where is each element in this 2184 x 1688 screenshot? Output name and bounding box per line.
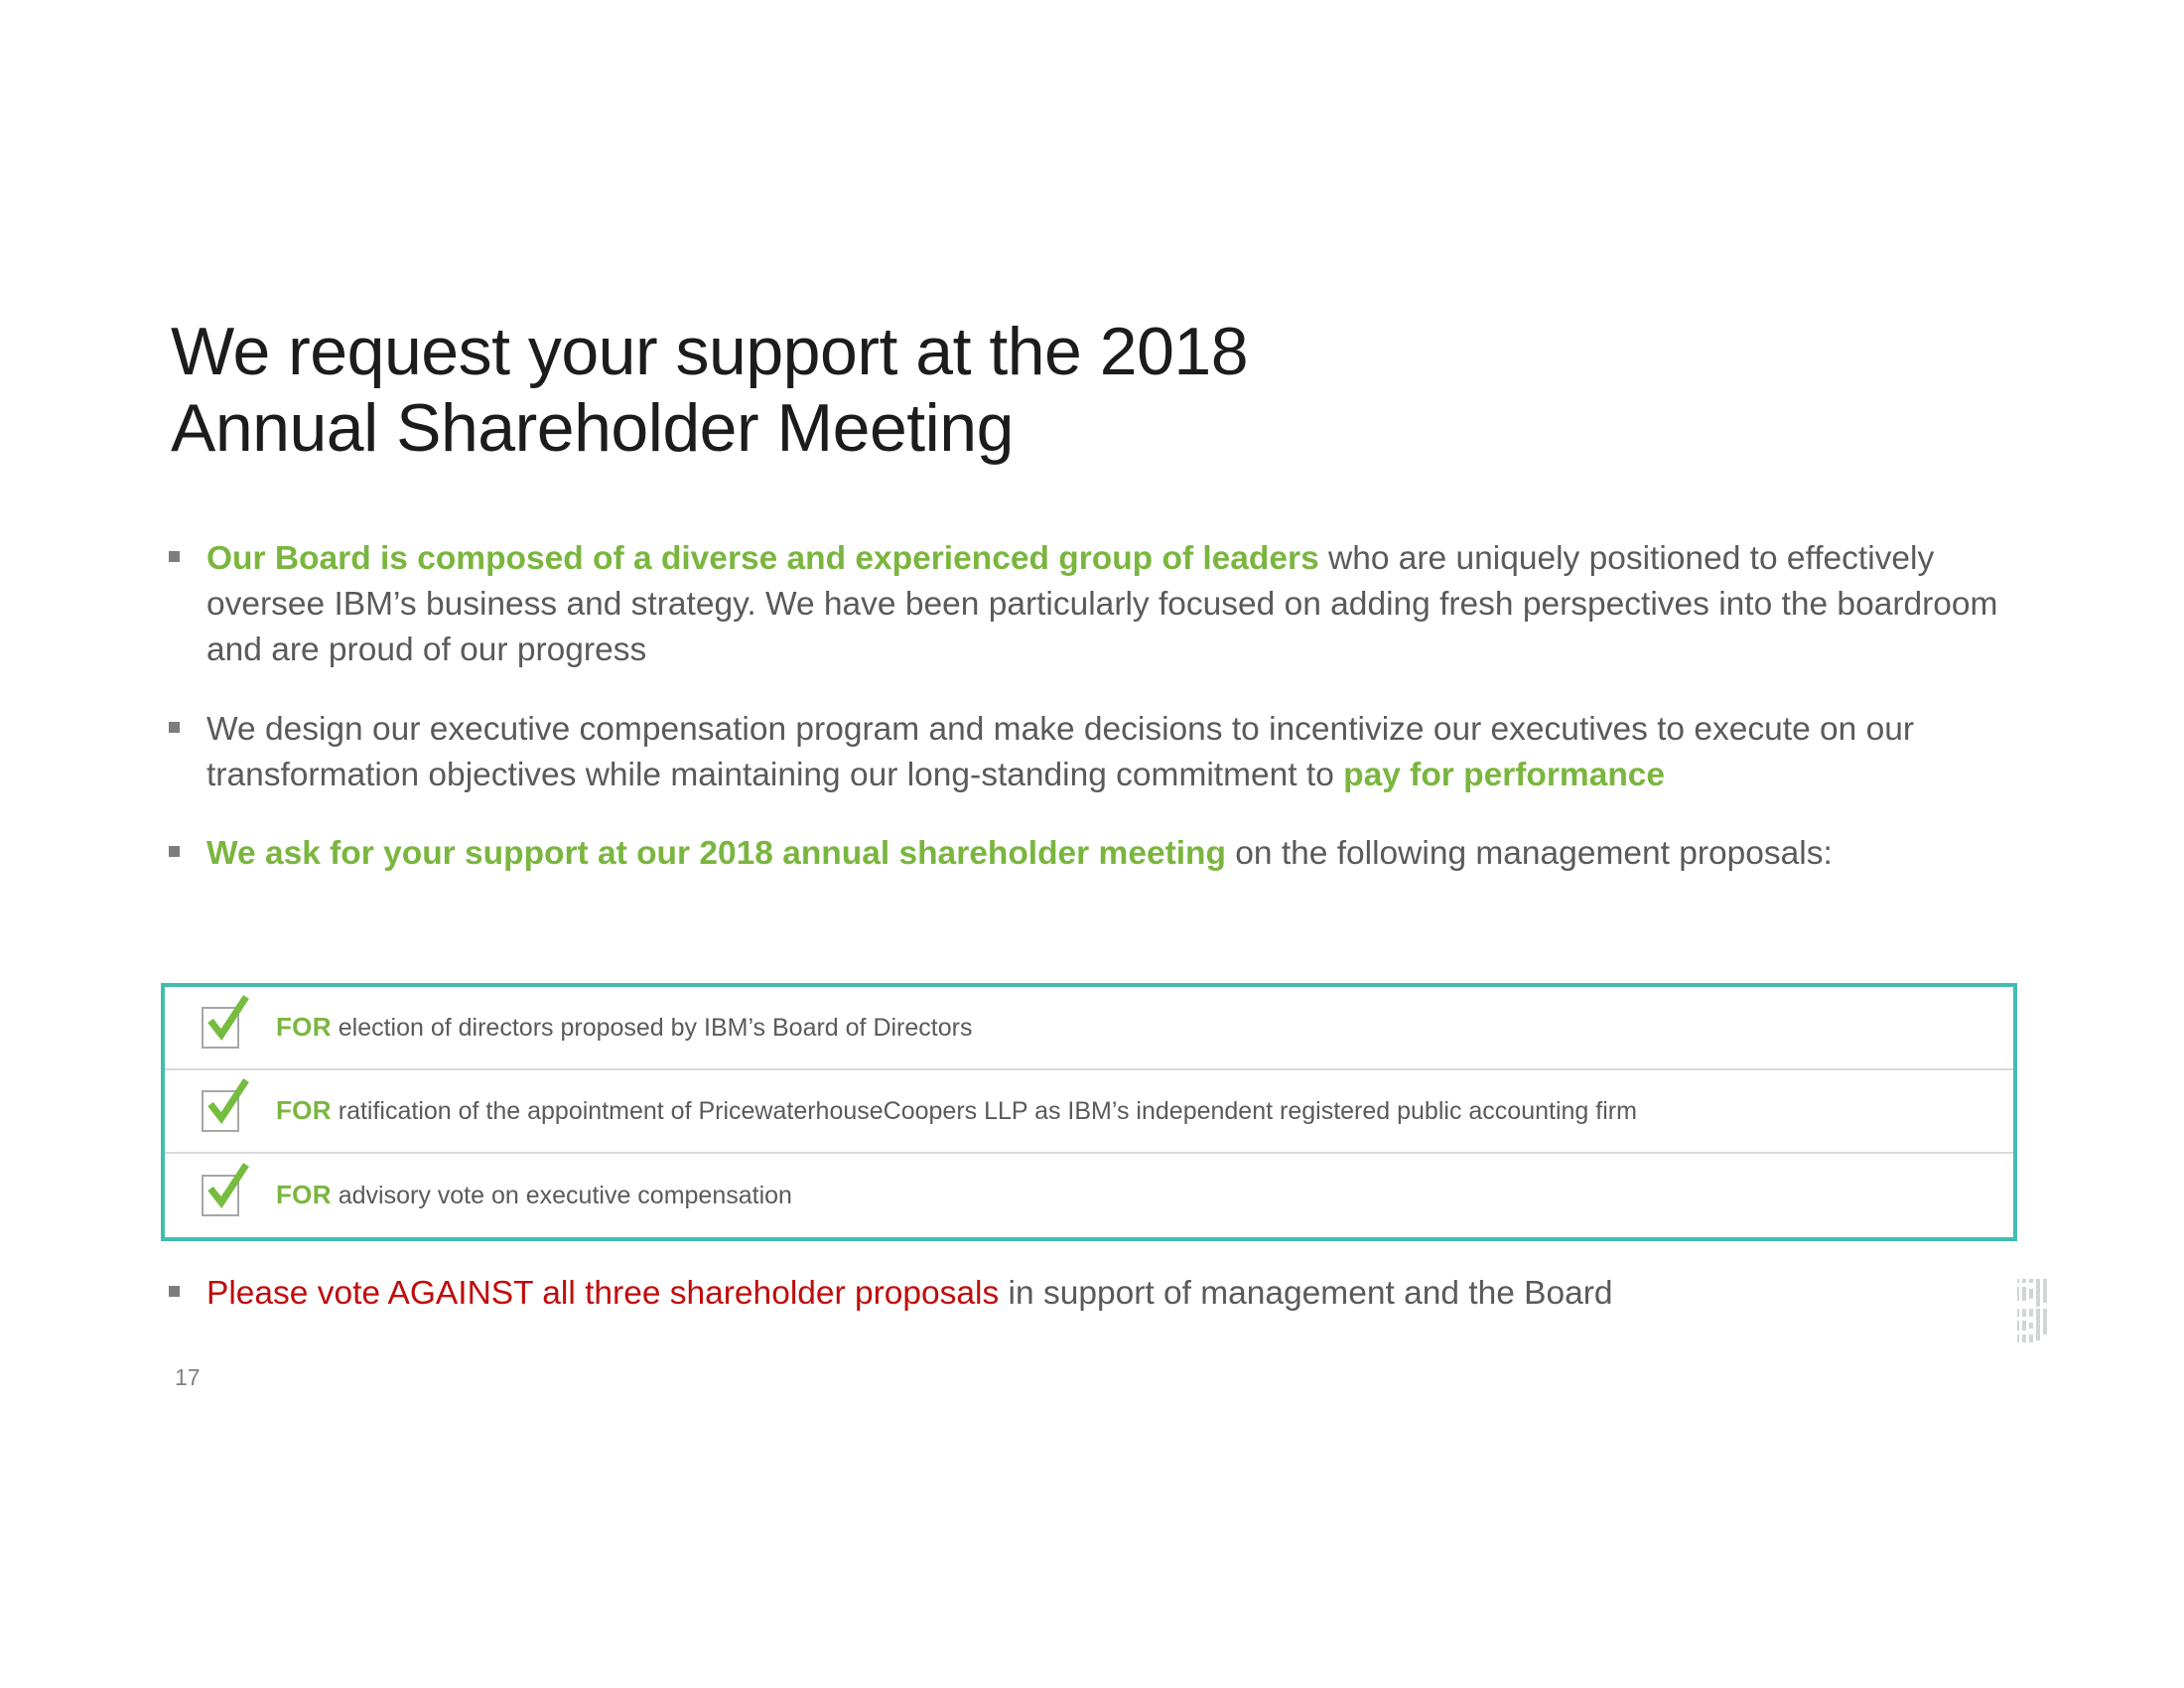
page-number: 17 (175, 1364, 201, 1390)
ibm-logo-icon (2017, 1279, 2047, 1342)
table-row[interactable]: FOR election of directors proposed by IB… (165, 987, 2013, 1070)
page-title-line-2: Annual Shareholder Meeting (171, 389, 1014, 466)
proposals-table: FOR election of directors proposed by IB… (161, 983, 2017, 1241)
proposal-description: ratification of the appointment of Price… (331, 1097, 1637, 1126)
proposal-description: election of directors proposed by IBM’s … (331, 1014, 973, 1043)
checkbox-checked[interactable] (202, 995, 249, 1049)
bullet-support-request-text: on the following management proposals: (1225, 835, 1833, 873)
bullet-support-request-highlight: We ask for your support at our 2018 annu… (206, 835, 1226, 873)
proposal-text: FOR election of directors proposed by IB… (276, 1012, 972, 1043)
table-row[interactable]: FOR ratification of the appointment of P… (165, 1070, 2013, 1154)
bullet-support-request: We ask for your support at our 2018 annu… (167, 831, 2033, 877)
proposal-checkbox-cell[interactable] (165, 987, 276, 1068)
bullet-board-composition-highlight: Our Board is composed of a diverse and e… (206, 540, 1319, 577)
ibm-logo (2017, 1279, 2073, 1386)
bullet-vote-against-text: in support of management and the Board (999, 1275, 1613, 1312)
table-row[interactable]: FOR advisory vote on executive compensat… (165, 1154, 2013, 1237)
checkmark-icon (207, 995, 249, 1041)
bullet-marker-icon (169, 551, 180, 562)
checkbox-checked[interactable] (202, 1163, 249, 1216)
page-title-line-1: We request your support at the 2018 (171, 314, 1249, 389)
bullet-vote-against-highlight: Please vote AGAINST all three shareholde… (206, 1275, 1000, 1312)
proposal-text: FOR ratification of the appointment of P… (276, 1095, 1637, 1126)
checkbox-checked[interactable] (202, 1078, 249, 1132)
bullet-vote-against: Please vote AGAINST all three shareholde… (167, 1271, 2033, 1317)
page-title: We request your support at the 2018 Annu… (171, 314, 1858, 467)
proposal-vote-label: FOR (276, 1180, 332, 1210)
proposal-vote-label: FOR (276, 1012, 332, 1043)
bullet-list: Our Board is composed of a diverse and e… (167, 536, 2033, 911)
proposal-checkbox-cell[interactable] (165, 1070, 276, 1152)
bullet-list-footer: Please vote AGAINST all three shareholde… (167, 1271, 2033, 1317)
checkmark-icon (207, 1163, 249, 1208)
bullet-marker-icon (169, 846, 180, 858)
proposal-vote-label: FOR (276, 1095, 332, 1126)
proposal-description: advisory vote on executive compensation (331, 1182, 792, 1210)
proposal-text: FOR advisory vote on executive compensat… (276, 1180, 792, 1210)
bullet-executive-compensation: We design our executive compensation pro… (167, 707, 2033, 798)
bullet-marker-icon (169, 721, 180, 733)
bullet-board-composition: Our Board is composed of a diverse and e… (167, 536, 2033, 673)
bullet-marker-icon (169, 1286, 180, 1297)
proposal-checkbox-cell[interactable] (165, 1154, 276, 1237)
slide-canvas: We request your support at the 2018 Annu… (0, 0, 2184, 1688)
checkmark-icon (207, 1078, 249, 1124)
bullet-executive-compensation-highlight: pay for performance (1343, 756, 1666, 793)
